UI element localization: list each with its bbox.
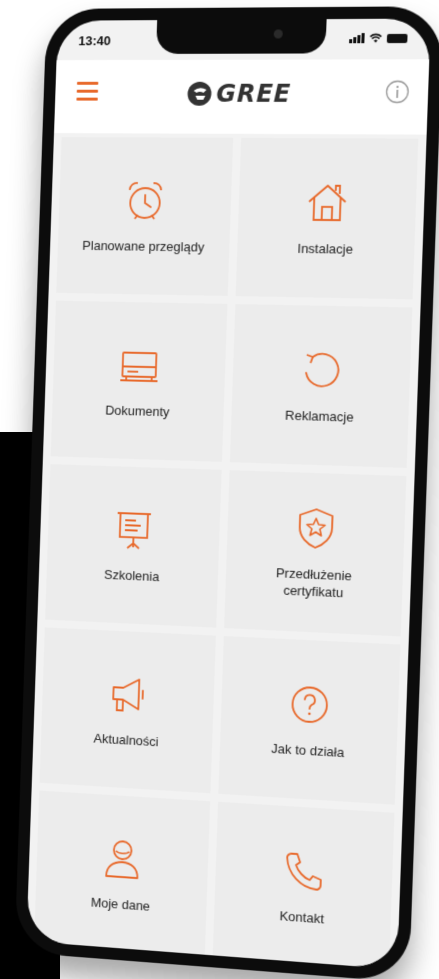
menu-tile-instalacje[interactable]: Instalacje (235, 137, 419, 300)
info-icon[interactable] (385, 80, 410, 104)
menu-tile-label: Aktualności (93, 730, 159, 749)
question-circle-icon (285, 680, 333, 729)
wifi-icon (369, 33, 382, 43)
user-icon (99, 834, 145, 883)
menu-tile-label: Reklamacje (284, 407, 354, 425)
phone-screen: 13:40 GREE Planowane przeglądy Instalacj… (26, 18, 431, 970)
menu-tile-label: Dokumenty (104, 402, 170, 419)
menu-tile-jak-to-dziala[interactable]: Jak to działa (218, 636, 401, 805)
menu-tile-reklamacje[interactable]: Reklamacje (229, 304, 413, 468)
phone-notch (156, 19, 327, 54)
menu-tile-kontakt[interactable]: Kontakt (212, 801, 395, 970)
house-icon (303, 179, 351, 226)
battery-icon (386, 33, 408, 44)
shield-star-icon (291, 504, 339, 552)
menu-grid: Planowane przeglądy Instalacje Dokumenty… (33, 137, 419, 970)
signal-icon (349, 33, 365, 44)
menu-tile-label: Instalacje (297, 240, 354, 257)
menu-tile-dokumenty[interactable]: Dokumenty (50, 300, 228, 462)
status-icons (349, 33, 408, 44)
camera-dot (273, 29, 283, 39)
menu-tile-label: Kontakt (279, 907, 325, 926)
alarm-clock-icon (121, 177, 168, 223)
logo-text: GREE (215, 79, 292, 108)
menu-tile-label: Planowane przeglądy (82, 237, 205, 255)
gree-logo: GREE (186, 80, 292, 108)
phone-handset-icon (279, 846, 327, 895)
gree-logo-mark-icon (188, 81, 212, 106)
menu-tile-przedluzenie-certyfikatu[interactable]: Przedłużenie certyfikatu (224, 470, 407, 637)
app-header: GREE (54, 59, 430, 135)
phone-frame: 13:40 GREE Planowane przeglądy Instalacj… (14, 6, 439, 979)
menu-tile-label: Moje dane (90, 894, 151, 914)
documents-tray-icon (116, 342, 163, 389)
status-time: 13:40 (78, 33, 111, 49)
menu-tile-label: Przedłużenie certyfikatu (275, 565, 353, 601)
menu-tile-moje-dane[interactable]: Moje dane (33, 790, 211, 959)
menu-tile-label: Jak to działa (271, 740, 345, 760)
menu-tile-label: Szkolenia (103, 566, 160, 584)
hamburger-menu-icon[interactable] (76, 81, 99, 102)
menu-tile-szkolenia[interactable]: Szkolenia (45, 464, 222, 628)
menu-tile-aktualnosci[interactable]: Aktualności (39, 627, 216, 794)
presentation-board-icon (110, 506, 157, 553)
circular-arrow-icon (297, 346, 345, 394)
scene: 13:40 GREE Planowane przeglądy Instalacj… (0, 0, 439, 979)
megaphone-icon (104, 670, 151, 718)
menu-tile-planowane-przeglady[interactable]: Planowane przeglądy (56, 137, 234, 296)
